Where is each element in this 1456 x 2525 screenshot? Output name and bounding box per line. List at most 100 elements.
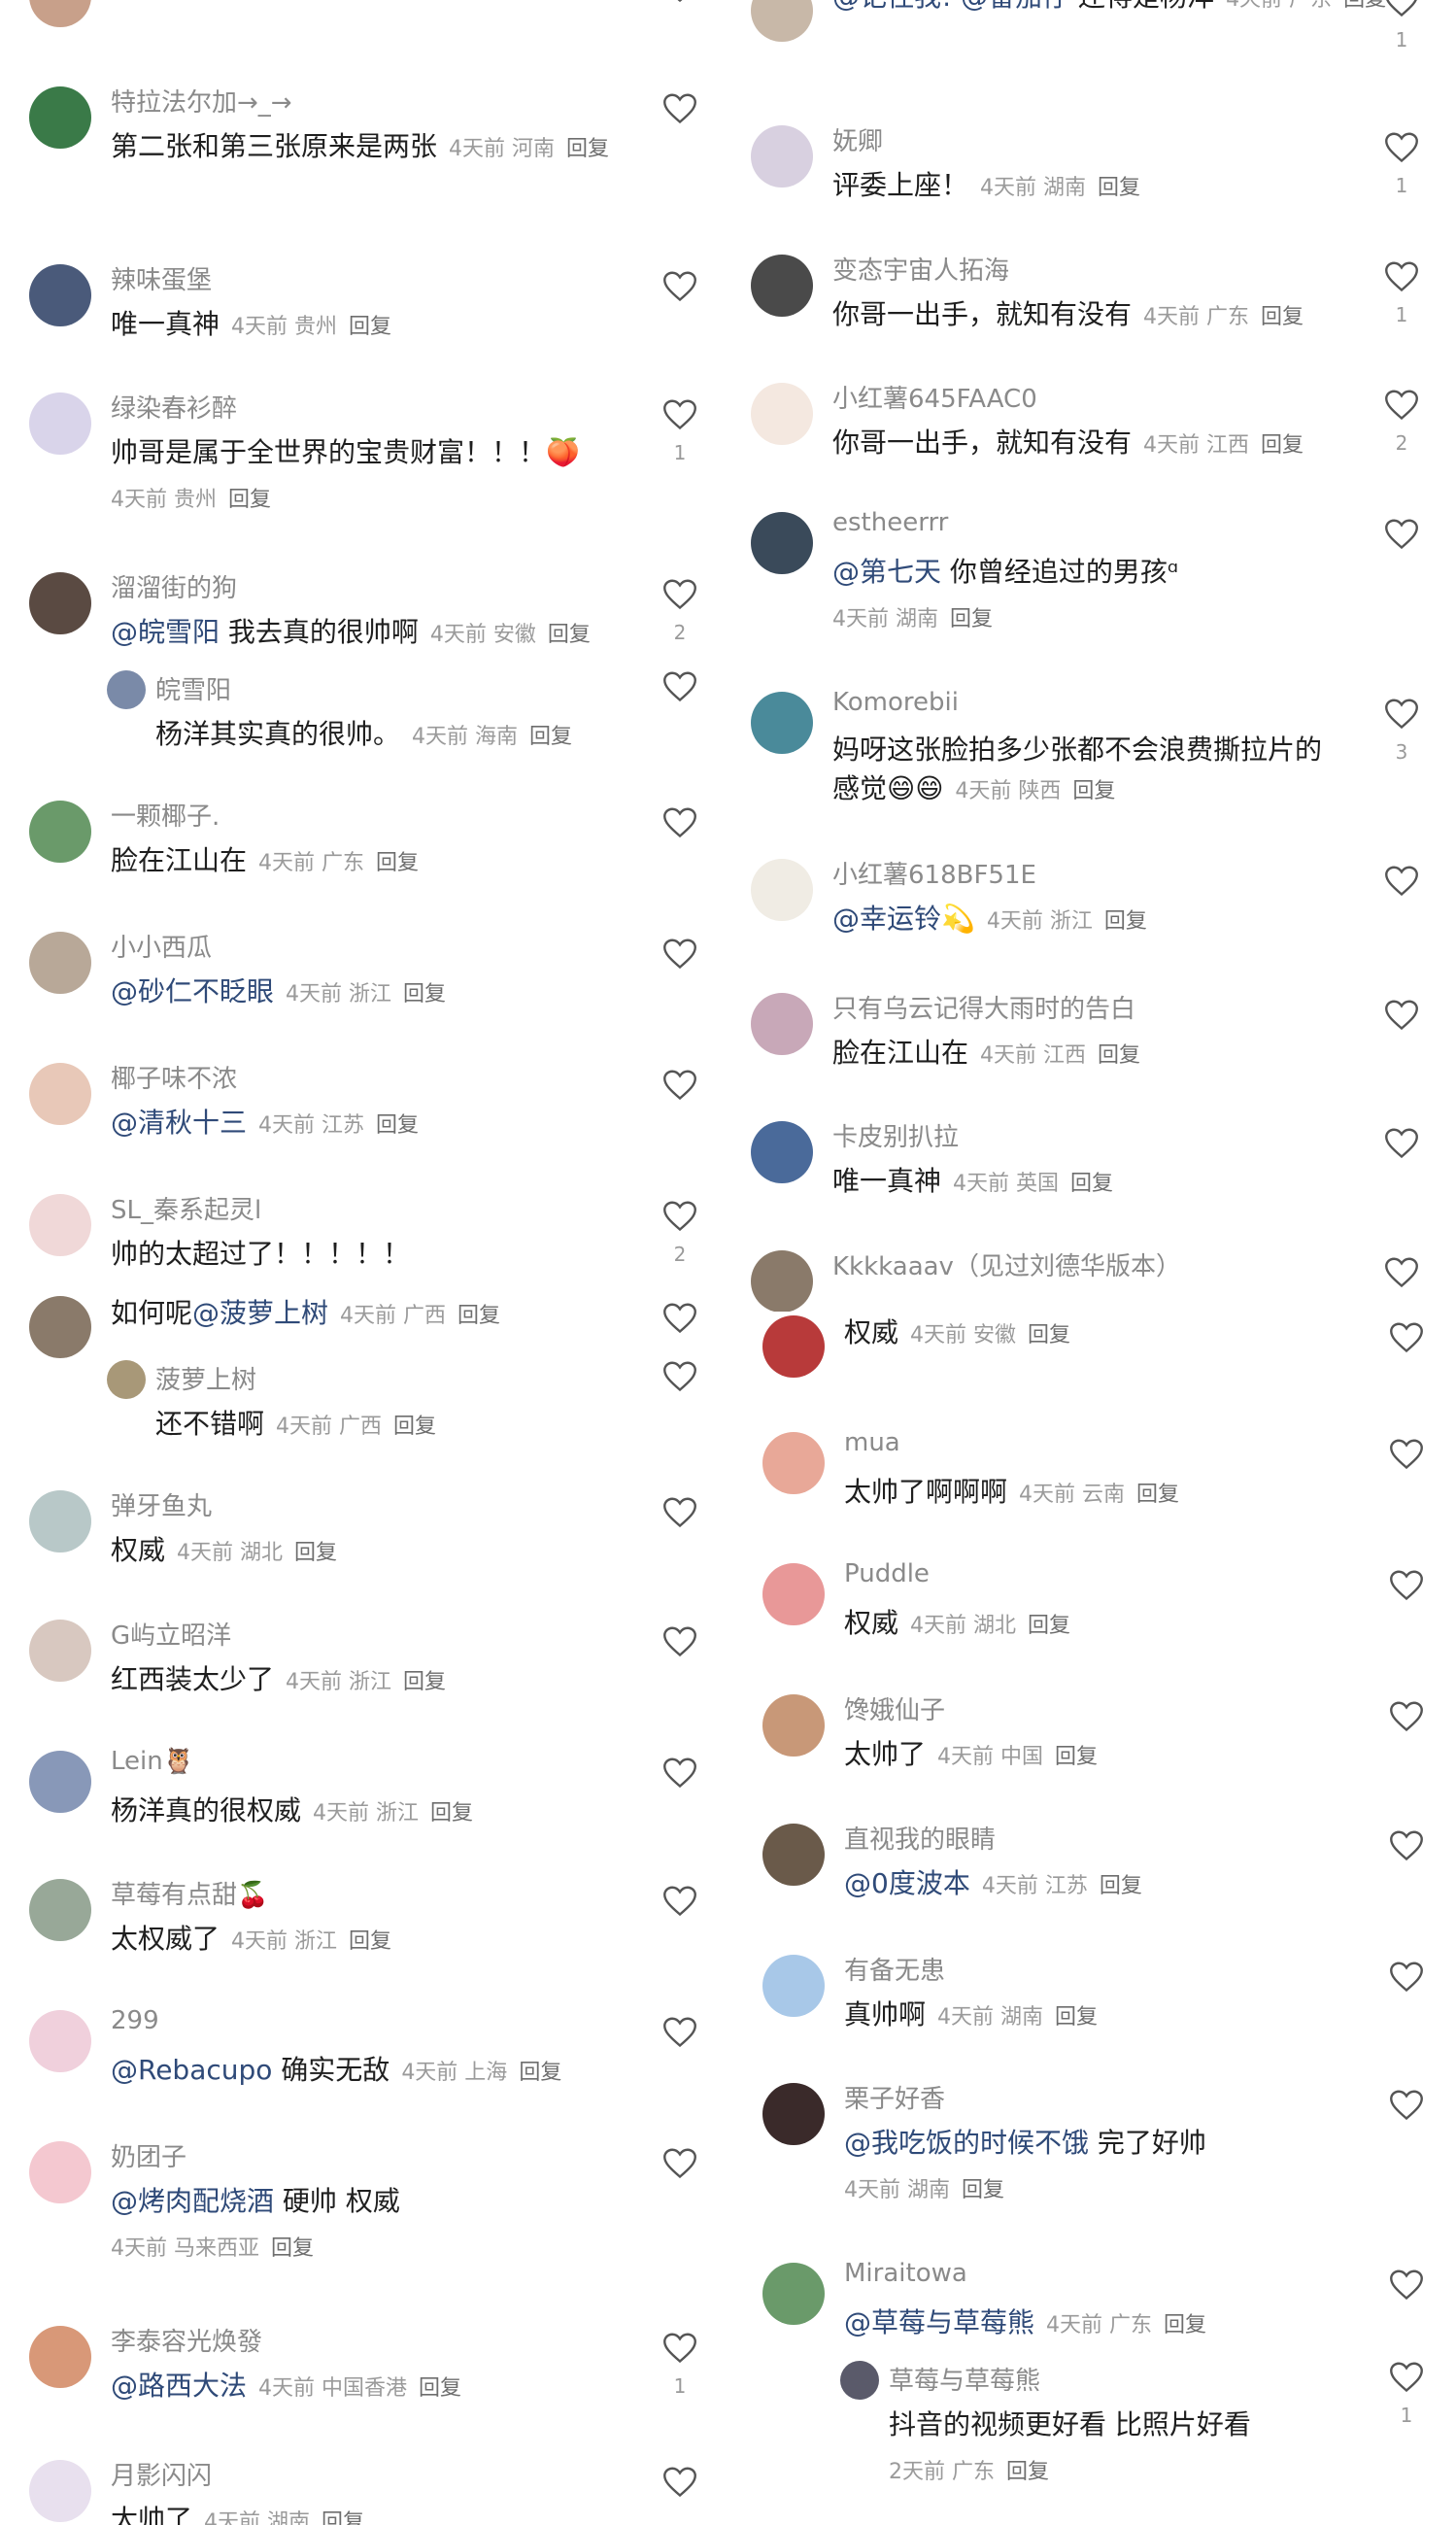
avatar[interactable] xyxy=(762,1955,825,2017)
heart-icon[interactable] xyxy=(1384,1127,1419,1160)
username[interactable]: 溜溜街的狗 xyxy=(111,568,237,604)
heart-icon[interactable] xyxy=(662,578,697,611)
avatar[interactable] xyxy=(762,1694,825,1757)
avatar[interactable] xyxy=(107,1360,146,1399)
username[interactable]: 只有乌云记得大雨时的告白 xyxy=(832,989,1135,1025)
avatar[interactable] xyxy=(751,512,813,574)
avatar[interactable] xyxy=(29,1194,91,1256)
heart-icon[interactable] xyxy=(662,2016,697,2049)
username[interactable]: 小红薯645FAAC0 xyxy=(832,379,1037,415)
heart-icon[interactable] xyxy=(1384,0,1419,18)
username[interactable]: 299 xyxy=(111,2006,159,2035)
heart-icon[interactable] xyxy=(1389,1961,1424,1994)
username[interactable]: 辣味蛋堡 xyxy=(111,260,212,296)
username[interactable]: Miraitowa xyxy=(844,2259,967,2288)
avatar[interactable] xyxy=(29,392,91,455)
avatar[interactable] xyxy=(29,1296,91,1358)
reply-button[interactable]: 回复 xyxy=(1028,1323,1070,1348)
username[interactable]: 弹牙鱼丸 xyxy=(111,1486,212,1522)
reply-button[interactable]: 回复 xyxy=(1100,1874,1142,1898)
avatar[interactable] xyxy=(840,2361,879,2400)
avatar[interactable] xyxy=(29,801,91,863)
reply-button[interactable]: 回复 xyxy=(1072,779,1115,803)
avatar[interactable] xyxy=(29,572,91,634)
heart-icon[interactable] xyxy=(1389,1438,1424,1471)
mention-link[interactable]: @我吃饭的时候不饿 xyxy=(844,2127,1089,2159)
avatar[interactable] xyxy=(751,859,813,921)
reply-button[interactable]: 回复 xyxy=(403,982,446,1007)
mention-link[interactable]: @皖雪阳 xyxy=(111,616,220,648)
avatar[interactable] xyxy=(29,2326,91,2388)
avatar[interactable] xyxy=(762,1315,825,1378)
reply-button[interactable]: 回复 xyxy=(430,1801,473,1826)
reply-button[interactable]: 回复 xyxy=(419,2376,461,2401)
heart-icon[interactable] xyxy=(1384,698,1419,731)
avatar[interactable] xyxy=(29,1620,91,1682)
username[interactable]: Puddle xyxy=(844,1559,930,1588)
username[interactable]: 小小西瓜 xyxy=(111,928,212,964)
heart-icon[interactable] xyxy=(1389,2361,1424,2394)
avatar[interactable] xyxy=(29,264,91,326)
mention-link[interactable]: @番茄仔 xyxy=(961,0,1069,13)
avatar[interactable] xyxy=(29,0,91,27)
reply-button[interactable]: 回复 xyxy=(1164,2313,1206,2337)
avatar[interactable] xyxy=(751,255,813,317)
mention-link[interactable]: @Rebacupo xyxy=(111,2054,272,2086)
avatar[interactable] xyxy=(107,670,146,709)
username[interactable]: 草莓有点甜🍒 xyxy=(111,1875,268,1911)
username[interactable]: estheerrr xyxy=(832,508,948,537)
reply-button[interactable]: 回复 xyxy=(962,2178,1004,2202)
reply-button[interactable]: 回复 xyxy=(228,488,271,512)
heart-icon[interactable] xyxy=(1389,2269,1424,2302)
heart-icon[interactable] xyxy=(662,92,697,125)
mention-link[interactable]: @记住我! xyxy=(832,0,952,13)
username[interactable]: 奶团子 xyxy=(111,2137,186,2173)
reply-button[interactable]: 回复 xyxy=(1098,176,1140,200)
avatar[interactable] xyxy=(762,1824,825,1886)
reply-button[interactable]: 回复 xyxy=(548,623,591,647)
username[interactable]: Komorebii xyxy=(832,688,959,717)
heart-icon[interactable] xyxy=(1384,865,1419,898)
avatar[interactable] xyxy=(751,0,813,42)
reply-button[interactable]: 回复 xyxy=(457,1304,500,1328)
avatar[interactable] xyxy=(29,2010,91,2072)
username[interactable]: 小红薯618BF51E xyxy=(832,855,1036,891)
avatar[interactable] xyxy=(29,1063,91,1125)
username[interactable]: 馋娥仙子 xyxy=(844,1690,945,1726)
avatar[interactable] xyxy=(29,2460,91,2522)
heart-icon[interactable] xyxy=(662,670,697,703)
avatar[interactable] xyxy=(29,1490,91,1553)
reply-button[interactable]: 回复 xyxy=(1055,2005,1098,2030)
avatar[interactable] xyxy=(762,2083,825,2145)
username[interactable]: 直视我的眼睛 xyxy=(844,1820,996,1856)
username[interactable]: 卡皮别扒拉 xyxy=(832,1117,959,1153)
reply-button[interactable]: 回复 xyxy=(1261,433,1304,458)
avatar[interactable] xyxy=(29,932,91,994)
heart-icon[interactable] xyxy=(1389,1321,1424,1354)
username[interactable]: 李泰容光焕發 xyxy=(111,2322,262,2358)
reply-button[interactable]: 回复 xyxy=(322,2510,364,2525)
username[interactable]: 有备无患 xyxy=(844,1951,945,1987)
avatar[interactable] xyxy=(751,383,813,445)
heart-icon[interactable] xyxy=(662,1069,697,1102)
mention-link[interactable]: @路西大法 xyxy=(111,2370,247,2402)
mention-link[interactable]: @菠萝上树 xyxy=(192,1297,328,1329)
avatar[interactable] xyxy=(762,2263,825,2325)
avatar[interactable] xyxy=(29,2141,91,2203)
reply-button[interactable]: 回复 xyxy=(950,607,993,631)
username[interactable]: G屿立昭洋 xyxy=(111,1616,231,1652)
heart-icon[interactable] xyxy=(1384,260,1419,293)
reply-button[interactable]: 回复 xyxy=(1028,1614,1070,1638)
mention-link[interactable]: @砂仁不眨眼 xyxy=(111,975,274,1007)
heart-icon[interactable] xyxy=(662,1625,697,1658)
heart-icon[interactable] xyxy=(662,2332,697,2365)
avatar[interactable] xyxy=(29,1751,91,1813)
heart-icon[interactable] xyxy=(662,0,697,4)
reply-button[interactable]: 回复 xyxy=(294,1541,337,1565)
reply-button[interactable]: 回复 xyxy=(529,725,572,749)
reply-button[interactable]: 回复 xyxy=(393,1415,436,1439)
username[interactable]: 菠萝上树 xyxy=(155,1360,256,1396)
reply-button[interactable]: 回复 xyxy=(376,851,419,875)
username[interactable]: 月影闪闪 xyxy=(111,2456,212,2492)
reply-button[interactable]: 回复 xyxy=(1343,0,1386,12)
